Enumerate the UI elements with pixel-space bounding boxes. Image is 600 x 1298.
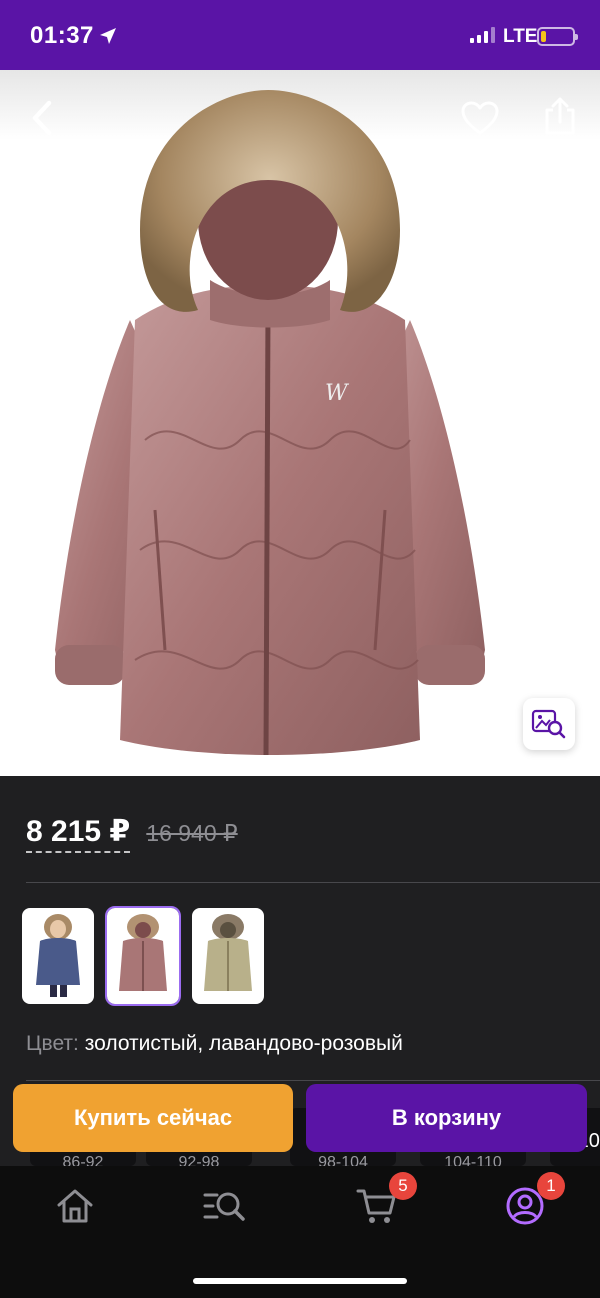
share-icon[interactable]	[538, 94, 582, 138]
status-time: 01:37	[30, 22, 94, 49]
image-search-icon[interactable]	[523, 698, 575, 750]
product-photo: W	[55, 90, 485, 756]
cart-badge: 5	[389, 1172, 417, 1200]
color-label: Цвет:	[26, 1032, 79, 1055]
price-block: 8 215 ₽ 16 940 ₽	[26, 814, 238, 853]
catalog-search-icon[interactable]	[203, 1184, 247, 1228]
signal-icon	[470, 27, 495, 43]
svg-text:W: W	[325, 381, 350, 406]
product-image-gallery[interactable]: W	[0, 70, 600, 776]
old-price: 16 940 ₽	[146, 820, 238, 846]
divider	[26, 882, 600, 883]
swatch-gold-jacket[interactable]	[192, 908, 264, 1004]
network-type: LTE	[503, 26, 538, 47]
color-value: золотистый, лавандово-розовый	[84, 1032, 403, 1055]
battery-icon	[537, 27, 578, 46]
profile-icon[interactable]: 1	[503, 1172, 565, 1228]
divider	[26, 1080, 600, 1081]
status-bar: 01:37 LTE	[0, 0, 600, 70]
home-indicator	[193, 1278, 407, 1284]
cart-icon[interactable]: 5	[355, 1172, 417, 1228]
add-to-cart-button[interactable]: В корзину	[306, 1084, 587, 1152]
color-swatches	[22, 906, 264, 1006]
current-price[interactable]: 8 215 ₽	[26, 814, 131, 853]
profile-badge: 1	[537, 1172, 565, 1200]
buy-now-button[interactable]: Купить сейчас	[13, 1084, 293, 1152]
swatch-blue-jacket[interactable]	[22, 908, 94, 1004]
color-description: Цвет: золотистый, лавандово-розовый	[26, 1032, 403, 1056]
location-arrow-icon	[98, 26, 118, 51]
swatch-pink-jacket[interactable]	[105, 906, 181, 1006]
home-icon[interactable]	[53, 1184, 97, 1228]
